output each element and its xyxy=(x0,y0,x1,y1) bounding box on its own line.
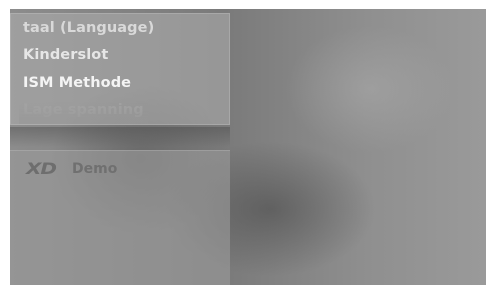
xd-demo-label: Demo xyxy=(72,161,118,177)
panel-divider-shadow xyxy=(10,127,230,147)
menu-item-low-voltage[interactable]: Lage spanning xyxy=(19,102,148,124)
xd-demo-panel[interactable]: XD Demo xyxy=(10,150,230,285)
menu-item-language[interactable]: taal (Language) xyxy=(23,20,154,36)
xd-logo-icon: XD xyxy=(26,159,57,179)
menu-item-ism-method[interactable]: ISM Methode xyxy=(23,75,131,91)
menu-item-child-lock[interactable]: Kinderslot xyxy=(23,47,108,63)
settings-menu-panel: taal (Language) Kinderslot ISM Methode L… xyxy=(10,13,230,125)
tv-screen: taal (Language) Kinderslot ISM Methode L… xyxy=(10,9,486,285)
